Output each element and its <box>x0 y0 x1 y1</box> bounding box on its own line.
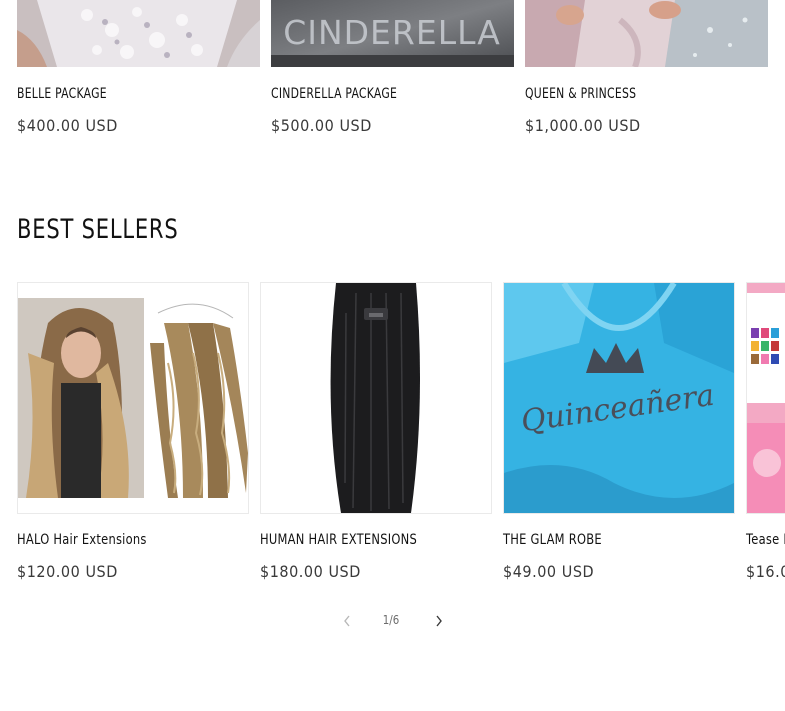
product-title[interactable]: HALO Hair Extensions <box>17 532 147 548</box>
product-price: $49.00 USD <box>503 562 595 581</box>
glam-robe-image[interactable]: Quinceañera <box>503 282 735 514</box>
package-title[interactable]: QUEEN & PRINCESS <box>525 86 636 102</box>
slider-next-button[interactable] <box>427 612 451 634</box>
product-title[interactable]: Tease I <box>746 532 785 548</box>
cinderella-package-image[interactable]: CINDERELLA <box>271 0 514 67</box>
best-sellers-heading: BEST SELLERS <box>17 214 179 245</box>
package-price: $400.00 USD <box>17 116 118 135</box>
human-hair-extensions-image[interactable] <box>260 282 492 514</box>
product-price: $16.0 <box>746 562 785 581</box>
package-price: $1,000.00 USD <box>525 116 641 135</box>
slider-counter: 1/6 <box>382 613 400 627</box>
product-price: $180.00 USD <box>260 562 361 581</box>
queen-princess-package-image[interactable] <box>525 0 768 67</box>
chevron-right-icon <box>435 614 443 632</box>
halo-hair-extensions-image[interactable] <box>17 282 249 514</box>
tease-palette-image[interactable] <box>746 282 785 514</box>
package-price: $500.00 USD <box>271 116 372 135</box>
product-title[interactable]: THE GLAM ROBE <box>503 532 602 548</box>
package-title[interactable]: CINDERELLA PACKAGE <box>271 86 397 102</box>
product-price: $120.00 USD <box>17 562 118 581</box>
belle-package-image[interactable] <box>17 0 260 67</box>
product-title[interactable]: HUMAN HAIR EXTENSIONS <box>260 532 417 548</box>
slider-prev-button[interactable] <box>335 612 359 634</box>
cinderella-image-text: CINDERELLA <box>283 13 501 52</box>
package-title[interactable]: BELLE PACKAGE <box>17 86 107 102</box>
chevron-left-icon <box>343 614 351 632</box>
